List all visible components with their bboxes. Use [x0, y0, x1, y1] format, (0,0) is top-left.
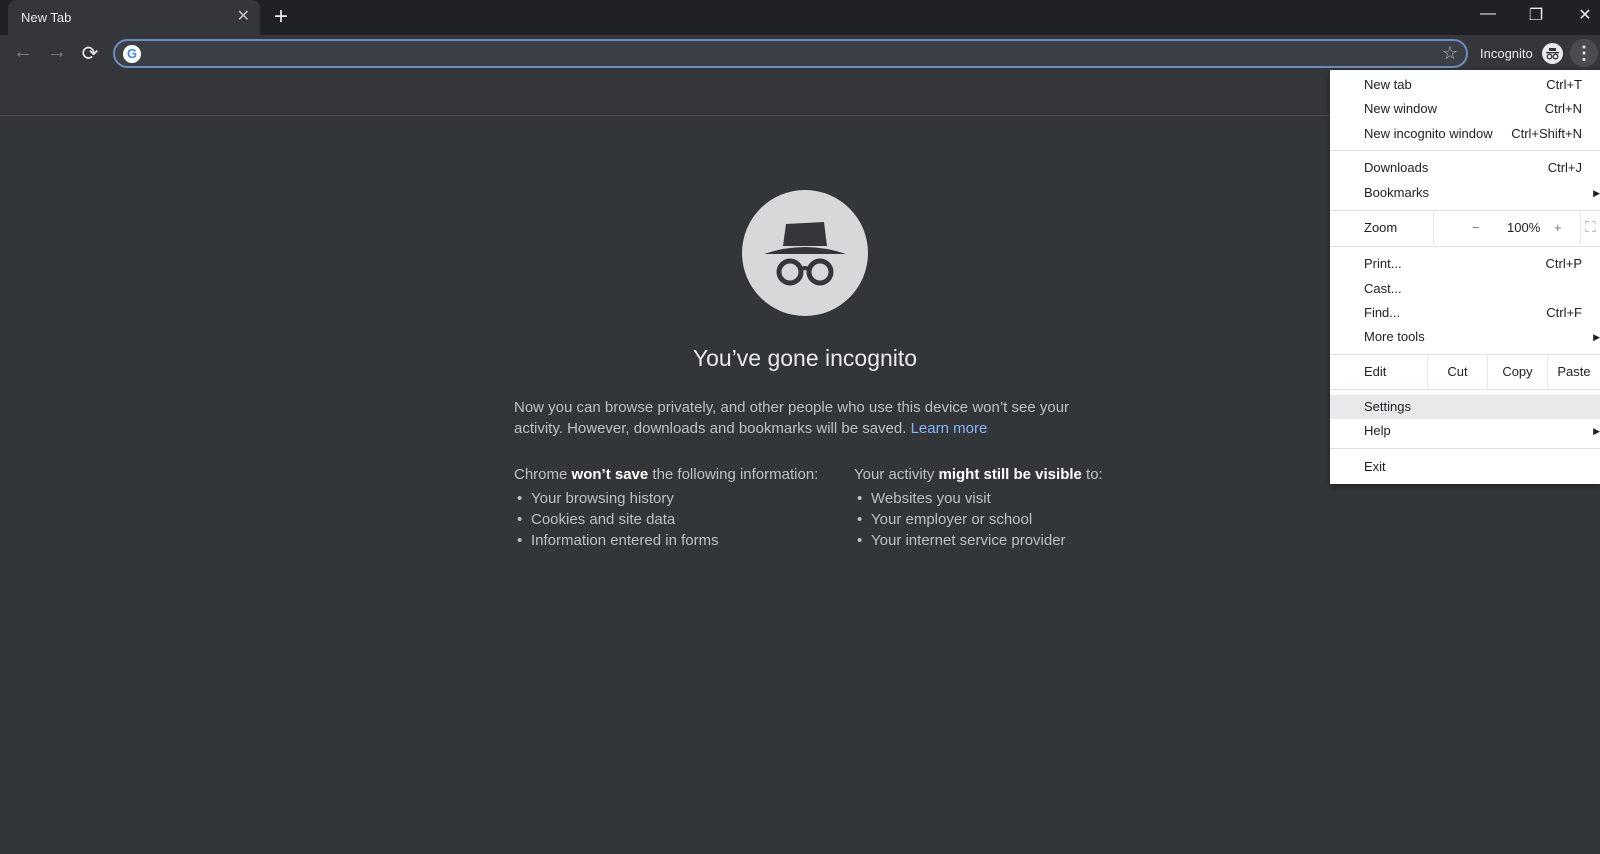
wont-save-heading: Chrome won’t save the following informat…: [514, 466, 819, 483]
wont-save-section: Chrome won’t save the following informat…: [514, 466, 818, 551]
menu-divider: [1330, 246, 1600, 247]
zoom-label: Zoom: [1364, 220, 1398, 235]
google-icon: G: [123, 45, 141, 63]
list-item: Cookies and site data: [514, 509, 818, 530]
fullscreen-icon[interactable]: ⛶: [1580, 211, 1600, 245]
edit-row: Edit Cut Copy Paste: [1330, 355, 1600, 389]
zoom-level: 100%: [1507, 220, 1541, 235]
visible-to-section: Your activity might still be visible to:…: [854, 466, 1103, 551]
menu-item-find[interactable]: Find... Ctrl+F: [1330, 301, 1600, 325]
incognito-avatar-icon[interactable]: [1542, 43, 1563, 64]
menu-divider: [1330, 150, 1600, 151]
more-menu-icon[interactable]: ⋮: [1570, 39, 1598, 67]
menu-item-exit[interactable]: Exit: [1330, 455, 1600, 479]
menu-item-settings[interactable]: Settings: [1330, 395, 1600, 419]
list-item: Your browsing history: [514, 488, 818, 509]
bookmark-star-icon[interactable]: ☆: [1442, 43, 1458, 64]
incognito-label[interactable]: Incognito: [1480, 46, 1533, 61]
submenu-arrow-icon: ▶: [1593, 188, 1600, 198]
menu-item-more-tools[interactable]: More tools ▶: [1330, 325, 1600, 349]
list-item: Your employer or school: [854, 509, 1103, 530]
restore-icon[interactable]: ❐: [1516, 5, 1556, 25]
tab-new-tab[interactable]: New Tab ✕: [8, 0, 260, 36]
zoom-in-button[interactable]: +: [1554, 211, 1562, 245]
menu-item-downloads[interactable]: Downloads Ctrl+J: [1330, 156, 1600, 180]
close-tab-icon[interactable]: ✕: [237, 6, 250, 26]
menu-item-new-incognito-window[interactable]: New incognito window Ctrl+Shift+N: [1330, 122, 1600, 146]
tab-title: New Tab: [21, 10, 72, 25]
toolbar: ← → ⟳ G ☆ Incognito ⋮: [0, 35, 1600, 73]
visible-to-heading: Your activity might still be visible to:: [854, 466, 1103, 483]
list-item: Information entered in forms: [514, 530, 818, 551]
incognito-hero-icon: [742, 190, 868, 316]
list-item: Your internet service provider: [854, 530, 1103, 551]
minimize-icon[interactable]: —: [1468, 5, 1508, 23]
back-icon[interactable]: ←: [9, 41, 37, 64]
tab-strip: New Tab ✕ + — ❐ ✕: [0, 0, 1600, 36]
menu-item-new-tab[interactable]: New tab Ctrl+T: [1330, 73, 1600, 97]
intro-text: Now you can browse privately, and other …: [514, 397, 1074, 439]
chrome-menu: New tab Ctrl+T New window Ctrl+N New incog…: [1330, 70, 1600, 484]
zoom-out-button[interactable]: −: [1472, 211, 1480, 245]
list-item: Websites you visit: [854, 488, 1103, 509]
zoom-row: Zoom − 100% + ⛶: [1330, 211, 1600, 245]
address-bar[interactable]: G ☆: [113, 39, 1468, 68]
new-tab-plus-icon[interactable]: +: [274, 3, 288, 31]
menu-item-print[interactable]: Print... Ctrl+P: [1330, 252, 1600, 276]
learn-more-link[interactable]: Learn more: [911, 420, 988, 437]
reload-icon[interactable]: ⟳: [76, 41, 104, 66]
cut-button[interactable]: Cut: [1427, 355, 1487, 389]
forward-icon[interactable]: →: [43, 41, 71, 64]
menu-divider: [1330, 389, 1600, 390]
paste-button[interactable]: Paste: [1547, 355, 1600, 389]
edit-label: Edit: [1364, 364, 1387, 379]
copy-button[interactable]: Copy: [1487, 355, 1547, 389]
submenu-arrow-icon: ▶: [1593, 332, 1600, 342]
menu-item-bookmarks[interactable]: Bookmarks ▶: [1330, 181, 1600, 205]
menu-item-help[interactable]: Help ▶: [1330, 419, 1600, 443]
window-close-icon[interactable]: ✕: [1565, 5, 1600, 25]
menu-item-new-window[interactable]: New window Ctrl+N: [1330, 97, 1600, 121]
menu-item-cast[interactable]: Cast...: [1330, 277, 1600, 301]
menu-divider: [1330, 448, 1600, 449]
submenu-arrow-icon: ▶: [1593, 426, 1600, 436]
